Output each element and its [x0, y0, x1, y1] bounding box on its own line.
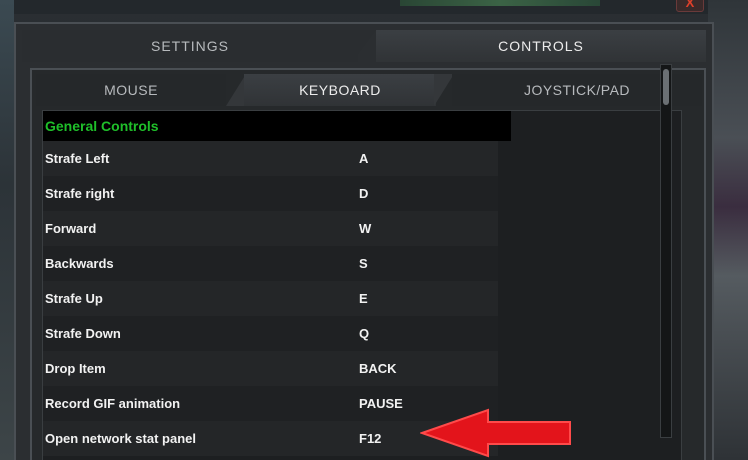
tab-divider — [352, 30, 376, 62]
action-label: Strafe Left — [45, 151, 110, 166]
top-tab-bar: SETTINGS CONTROLS — [16, 24, 712, 68]
binding-row-forward[interactable]: Forward W — [43, 211, 498, 246]
tab-mouse[interactable]: MOUSE — [36, 74, 226, 106]
binding-row-strafe-up[interactable]: Strafe Up E — [43, 281, 498, 316]
tab-controls[interactable]: CONTROLS — [376, 30, 706, 62]
background-left — [0, 0, 14, 460]
key-binding[interactable]: W — [359, 211, 371, 246]
key-binding[interactable]: S — [359, 246, 368, 281]
background-top — [0, 0, 748, 14]
options-window: SETTINGS CONTROLS MOUSE KEYBOARD JOYSTIC… — [14, 22, 714, 460]
tab-divider — [434, 74, 454, 106]
background-right — [708, 0, 748, 460]
controls-panel: MOUSE KEYBOARD JOYSTICK/PAD General Cont… — [30, 68, 706, 460]
tab-keyboard[interactable]: KEYBOARD — [244, 74, 436, 106]
close-button[interactable]: X — [676, 0, 704, 12]
key-binding[interactable]: Q — [359, 316, 369, 351]
action-label: Backwards — [45, 256, 114, 271]
binding-row-strafe-right[interactable]: Strafe right D — [43, 176, 498, 211]
tab-settings[interactable]: SETTINGS — [22, 30, 358, 62]
key-binding[interactable]: BACK — [359, 351, 397, 386]
action-label: Strafe Up — [45, 291, 103, 306]
tab-divider — [226, 74, 246, 106]
binding-row-strafe-left[interactable]: Strafe Left A — [43, 141, 498, 176]
binding-row-backwards[interactable]: Backwards S — [43, 246, 498, 281]
arrow-shape — [420, 408, 571, 458]
key-binding[interactable]: D — [359, 176, 368, 211]
scrollbar-thumb[interactable] — [663, 69, 669, 105]
action-label: Strafe right — [45, 186, 115, 201]
keybinding-list: General Controls Strafe Left A Strafe ri… — [42, 110, 682, 460]
section-header-general-controls: General Controls — [43, 111, 511, 141]
action-label: Strafe Down — [45, 326, 121, 341]
key-binding[interactable]: A — [359, 141, 368, 176]
key-binding[interactable]: E — [359, 281, 368, 316]
action-label: Forward — [45, 221, 97, 236]
red-arrow-left-icon — [420, 408, 571, 458]
action-label: Open network stat panel — [45, 431, 196, 446]
list-scrollbar[interactable] — [660, 64, 672, 438]
key-binding[interactable]: F12 — [359, 421, 381, 456]
key-binding[interactable]: PAUSE — [359, 386, 403, 421]
background-scenery — [400, 0, 600, 6]
binding-row-strafe-down[interactable]: Strafe Down Q — [43, 316, 498, 351]
action-label: Record GIF animation — [45, 396, 181, 411]
binding-row-drop-item[interactable]: Drop Item BACK — [43, 351, 498, 386]
game-ui-screen: X SETTINGS CONTROLS MOUSE KEYBOARD JOYST… — [0, 0, 748, 460]
action-label: Drop Item — [45, 361, 106, 376]
